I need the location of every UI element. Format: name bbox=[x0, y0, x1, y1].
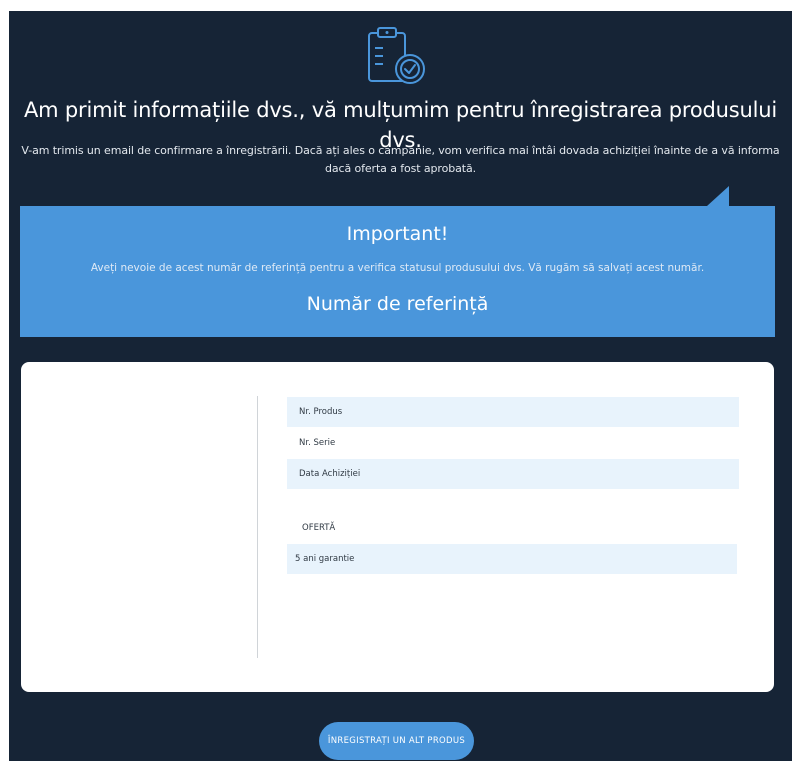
offer-label: OFERTĂ bbox=[302, 523, 336, 533]
clipboard-check-icon bbox=[368, 27, 425, 84]
card-divider bbox=[257, 396, 258, 658]
callout-pointer bbox=[707, 186, 729, 206]
product-number-row: Nr. Produs bbox=[287, 397, 739, 427]
important-title: Important! bbox=[346, 223, 449, 245]
offer-value: 5 ani garantie bbox=[295, 554, 355, 564]
purchase-date-label: Data Achiziției bbox=[299, 469, 361, 479]
confirmation-page: Am primit informațiile dvs., vă mulțumim… bbox=[9, 11, 792, 761]
offer-row: 5 ani garantie bbox=[287, 544, 737, 574]
serial-number-label: Nr. Serie bbox=[299, 438, 336, 448]
purchase-date-row: Data Achiziției bbox=[287, 459, 739, 489]
important-message: Aveți nevoie de acest număr de referință… bbox=[90, 262, 705, 274]
serial-number-row: Nr. Serie bbox=[287, 428, 739, 458]
reference-number-title: Număr de referință bbox=[306, 293, 489, 315]
register-another-product-button[interactable]: ÎNREGISTRAȚI UN ALT PRODUS bbox=[319, 722, 474, 760]
confirmation-message: V-am trimis un email de confirmare a înr… bbox=[21, 144, 780, 175]
product-details-card: Nr. Produs Nr. Serie Data Achiziției OFE… bbox=[21, 362, 774, 692]
important-notice: Important! Aveți nevoie de acest număr d… bbox=[20, 206, 775, 337]
product-number-label: Nr. Produs bbox=[299, 407, 343, 417]
